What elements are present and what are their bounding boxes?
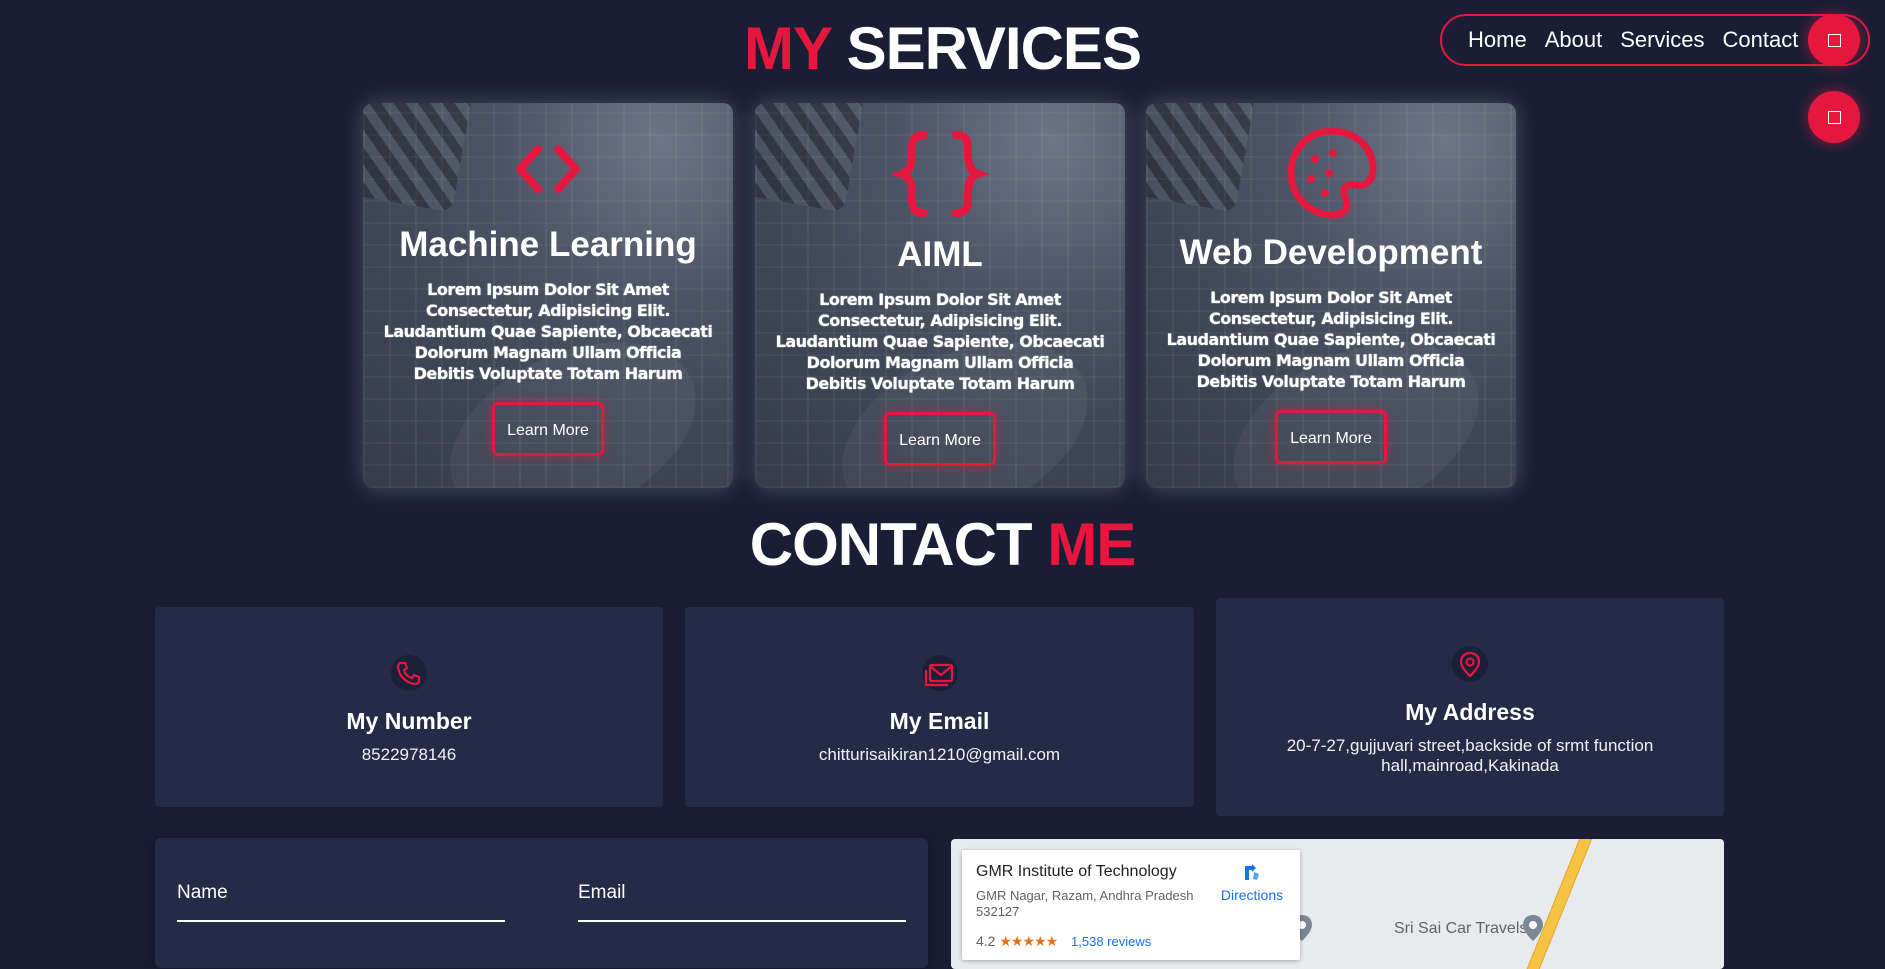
email-field[interactable]: Email [578,882,906,922]
contact-form: Name Email [155,838,928,968]
phone-icon [391,655,427,691]
square-icon [1827,33,1841,47]
service-description: Lorem Ipsum Dolor Sit Amet Consectetur, … [383,280,713,383]
email-address: chitturisaikiran1210@gmail.com [818,745,1061,764]
service-card-machine-learning: Machine Learning Lorem Ipsum Dolor Sit A… [363,103,733,488]
nav-about[interactable]: About [1545,27,1603,53]
place-address: GMR Nagar, Razam, Andhra Pradesh 532127 [976,888,1194,919]
nav-home[interactable]: Home [1468,27,1527,53]
learn-more-button[interactable]: Learn More [1275,410,1387,464]
contact-box-email: My Email chitturisaikiran1210@gmail.com [685,607,1194,807]
square-icon [1827,110,1841,124]
contact-box-title: My Email [889,708,990,734]
learn-more-button[interactable]: Learn More [884,412,996,466]
rating-stars: ★★★★★ [999,933,1058,949]
service-title: AIML [897,235,983,274]
google-map[interactable]: Sri Sai Car Travels GMR Institute of Tec… [951,839,1724,969]
location-pin-icon [1452,646,1488,682]
service-description: Lorem Ipsum Dolor Sit Amet Consectetur, … [1166,288,1496,391]
place-rating: 4.2 ★★★★★ 1,538 reviews [976,933,1151,950]
rating-value: 4.2 [976,933,996,949]
address-text: 20-7-27,gujjuvari street,backside of srm… [1286,736,1654,775]
curly-braces-icon [890,131,990,217]
theme-toggle-button[interactable] [1808,91,1860,143]
nav-services[interactable]: Services [1620,27,1704,53]
phone-number: 8522978146 [361,745,457,764]
code-brackets-icon [516,145,580,193]
contact-box-address: My Address 20-7-27,gujjuvari street,back… [1216,598,1724,816]
service-card-web-development: Web Development Lorem Ipsum Dolor Sit Am… [1146,103,1516,488]
directions-icon [1245,864,1259,880]
directions-label: Directions [1220,887,1284,903]
directions-button[interactable]: Directions [1217,862,1287,903]
cookie-icon [1287,127,1377,219]
learn-more-button[interactable]: Learn More [492,402,604,456]
email-icon [921,655,958,691]
services-title-accent: MY [744,15,832,82]
menu-toggle-button[interactable] [1808,14,1860,66]
service-description: Lorem Ipsum Dolor Sit Amet Consectetur, … [775,290,1105,393]
main-nav: Home About Services Contact [1440,14,1870,66]
contact-title: CONTACT ME [0,510,1885,579]
name-field[interactable]: Name [177,882,505,922]
map-road [1517,839,1597,969]
contact-title-rest: CONTACT [749,511,1033,578]
contact-box-number: My Number 8522978146 [155,607,663,807]
map-place-label: Sri Sai Car Travels [1394,920,1528,937]
place-name: GMR Institute of Technology [976,863,1177,880]
nav-contact[interactable]: Contact [1723,27,1799,53]
reviews-link[interactable]: 1,538 reviews [1071,934,1151,949]
contact-title-accent: ME [1047,511,1136,578]
contact-box-title: My Number [346,708,472,734]
services-title-rest: SERVICES [846,15,1142,82]
service-title: Web Development [1179,233,1483,272]
map-place-card: GMR Institute of Technology GMR Nagar, R… [962,850,1300,960]
service-card-aiml: AIML Lorem Ipsum Dolor Sit Amet Consecte… [755,103,1125,488]
map-marker-icon [1523,915,1543,941]
service-title: Machine Learning [399,225,697,264]
contact-box-title: My Address [1405,699,1535,725]
